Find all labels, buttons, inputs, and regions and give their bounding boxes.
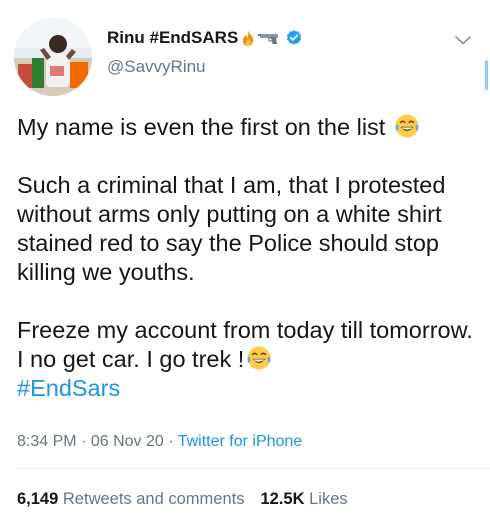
tweet-paragraph: Such a criminal that I am, that I protes… (17, 171, 479, 287)
chevron-down-icon[interactable] (452, 29, 474, 51)
tweet-time[interactable]: 8:34 PM (17, 433, 77, 450)
avatar[interactable] (14, 18, 92, 96)
tweet-source-link[interactable]: Twitter for iPhone (178, 433, 303, 450)
engagement-stats: 6,149 Retweets and comments 12.5K Likes (17, 490, 348, 509)
author-handle[interactable]: @SavvyRinu (107, 57, 206, 77)
likes-count: 12.5K (260, 490, 305, 508)
pistol-icon (258, 31, 280, 45)
verified-badge-icon (285, 29, 303, 47)
tweet-paragraph-text: Such a criminal that I am, that I protes… (17, 172, 446, 285)
likes-label: Likes (309, 490, 348, 508)
tweet-date[interactable]: 06 Nov 20 (91, 433, 164, 450)
tweet-paragraph: My name is even the first on the list (17, 113, 479, 142)
scrollbar[interactable] (485, 60, 488, 90)
meta-separator: · (81, 433, 87, 450)
tweet-card: Rinu #EndSARS @SavvyRinu My name is even… (0, 0, 490, 531)
fire-icon (240, 29, 256, 47)
author-name-row[interactable]: Rinu #EndSARS (107, 28, 303, 48)
laughing-tears-icon (247, 346, 271, 370)
likes-stat[interactable]: 12.5K Likes (260, 490, 347, 509)
tweet-text: My name is even the first on the list Su… (17, 113, 479, 403)
tweet-paragraph: Freeze my account from today till tomorr… (17, 316, 479, 403)
tweet-paragraph-text: Freeze my account from today till tomorr… (17, 317, 473, 372)
retweets-stat[interactable]: 6,149 Retweets and comments (17, 490, 244, 509)
display-name[interactable]: Rinu #EndSARS (107, 28, 238, 48)
hashtag-link[interactable]: #EndSars (17, 375, 120, 401)
meta-separator: · (168, 433, 174, 450)
retweets-count: 6,149 (17, 490, 59, 508)
avatar-image (14, 18, 92, 96)
laughing-tears-icon (395, 114, 419, 138)
tweet-paragraph-text: My name is even the first on the list (17, 114, 386, 140)
retweets-label: Retweets and comments (62, 490, 245, 508)
tweet-meta: 8:34 PM · 06 Nov 20 · Twitter for iPhone (17, 433, 302, 451)
divider (17, 468, 490, 469)
